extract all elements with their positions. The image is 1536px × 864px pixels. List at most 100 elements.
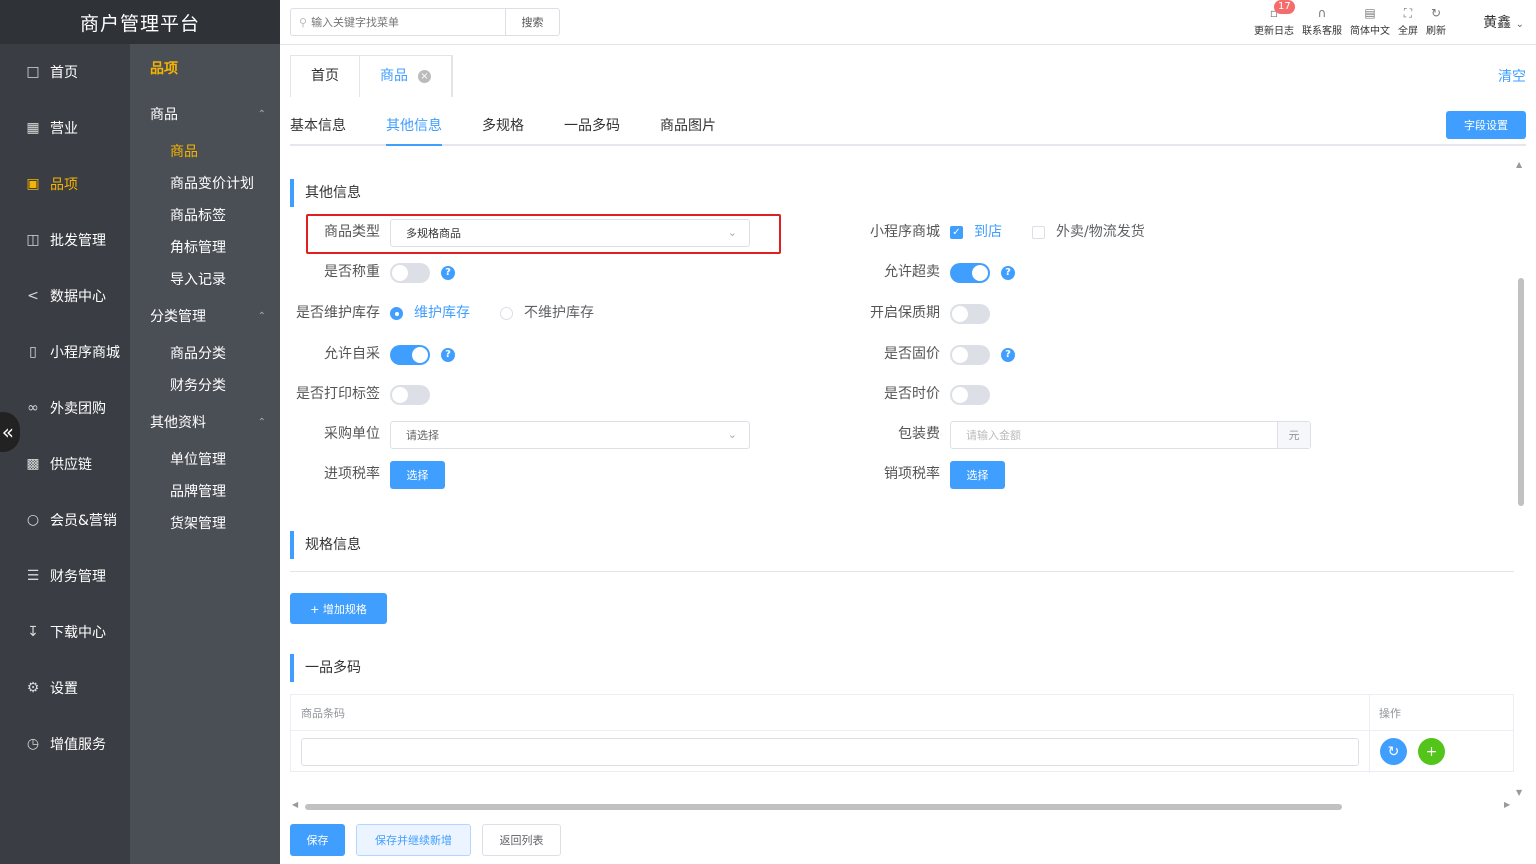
option-delivery[interactable]: 外卖/物流发货 [1056,222,1145,242]
clear-tabs-button[interactable]: 清空 [1498,66,1526,86]
subnav-item-unit[interactable]: 单位管理 [130,444,280,476]
fixed-price-switch[interactable] [950,345,990,365]
packing-fee-input[interactable]: 请输入金额元 [950,421,1311,449]
tab-multi-code[interactable]: 一品多码 [564,115,620,146]
nav-item-wholesale[interactable]: ◫ 批发管理 [0,212,130,268]
page-tab-home[interactable]: 首页 [291,56,360,97]
input-tax-choose-button[interactable]: 选择 [390,461,445,489]
back-to-list-button[interactable]: 返回列表 [482,824,561,856]
subnav-group-product[interactable]: 商品 ⌃ [130,94,280,136]
help-icon[interactable]: ? [441,348,455,362]
header-tools: ▫ 17 更新日志 ∩ 联系客服 ▤ 简体中文 ⛶ 全屏 ↻ 刷新 [1246,0,1446,37]
option-no-stock[interactable]: 不维护库存 [524,303,594,323]
self-purchase-switch[interactable] [390,345,430,365]
add-barcode-button[interactable]: + [1418,738,1445,765]
column-action: 操作 [1379,707,1401,720]
subnav-group-category[interactable]: 分类管理 ⌃ [130,296,280,338]
close-icon[interactable]: × [418,70,431,83]
chevron-down-icon: ⌄ [1515,19,1524,30]
scroll-thumb[interactable] [1518,278,1524,506]
checkbox-in-store[interactable]: ✓ [950,226,963,239]
nav-item-finance[interactable]: ☰ 财务管理 [0,548,130,604]
subnav-group-other[interactable]: 其他资料 ⌃ [130,402,280,444]
search-button[interactable]: 搜索 [505,8,560,36]
weigh-switch[interactable] [390,263,430,283]
option-maintain-stock[interactable]: 维护库存 [414,303,470,323]
fixed-price-label: 是否固价 [884,346,940,362]
language-button[interactable]: ▤ 简体中文 [1350,6,1390,37]
help-icon[interactable]: ? [1001,348,1015,362]
scroll-right-icon[interactable]: ▶ [1504,800,1510,809]
time-price-label: 是否时价 [884,386,940,402]
nav-item-mini-mall[interactable]: ▯ 小程序商城 [0,324,130,380]
sub-sidebar: 品项 商品 ⌃ 商品 商品变价计划 商品标签 角标管理 导入记录 分类管理 ⌃ 商品… [130,44,280,864]
save-continue-button[interactable]: 保存并继续新增 [356,824,471,856]
tab-multi-spec[interactable]: 多规格 [482,115,524,146]
nav-item-settings[interactable]: ⚙ 设置 [0,660,130,716]
refresh-button[interactable]: ↻ 刷新 [1426,6,1446,37]
radio-maintain-stock[interactable] [390,307,403,320]
subnav-title: 品项 [150,61,178,77]
download-icon: ↧ [27,624,39,640]
scroll-down-icon[interactable]: ▼ [1516,788,1522,797]
time-price-switch[interactable] [950,385,990,405]
nav-item-business[interactable]: ▦ 营业 [0,100,130,156]
purchase-unit-select[interactable]: 请选择 ⌄ [390,421,750,449]
barcode-input[interactable] [301,738,1359,766]
nav-item-member[interactable]: ○ 会员&营销 [0,492,130,548]
help-icon[interactable]: ? [1001,266,1015,280]
option-in-store[interactable]: 到店 [974,222,1002,242]
user-menu[interactable]: 黄鑫 ⌄ [1483,12,1524,32]
scroll-up-icon[interactable]: ▲ [1516,160,1522,169]
output-tax-choose-button[interactable]: 选择 [950,461,1005,489]
main-nav: □ 首页 ▦ 营业 ▣ 品项 ◫ 批发管理 < 数据中心 ▯ 小程序商城 ∞ 外卖团购 ▩ 供应… [0,44,130,772]
subnav-item-product-tag[interactable]: 商品标签 [130,200,280,232]
language-icon: ▤ [1364,6,1376,20]
subnav-item-import-record[interactable]: 导入记录 [130,264,280,296]
shelf-life-switch[interactable] [950,304,990,324]
truck-icon: ▩ [26,456,40,472]
scroll-thumb[interactable] [305,804,1342,810]
currency-suffix: 元 [1277,422,1310,448]
scroll-left-icon[interactable]: ◀ [292,800,298,809]
nav-item-home[interactable]: □ 首页 [0,44,130,100]
tab-product-images[interactable]: 商品图片 [660,115,716,146]
customer-service-button[interactable]: ∩ 联系客服 [1302,6,1342,37]
subnav-item-price-plan[interactable]: 商品变价计划 [130,168,280,200]
nav-item-data-center[interactable]: < 数据中心 [0,268,130,324]
nav-item-supply-chain[interactable]: ▩ 供应链 [0,436,130,492]
subnav-item-brand[interactable]: 品牌管理 [130,476,280,508]
cart-icon: ◫ [26,232,40,248]
subnav-item-shelf[interactable]: 货架管理 [130,508,280,540]
search-input[interactable] [311,15,462,29]
subnav-item-product-category[interactable]: 商品分类 [130,338,280,370]
search-icon: ⚲ [299,15,308,29]
nav-item-items[interactable]: ▣ 品项 [0,156,130,212]
subnav-item-corner-mark[interactable]: 角标管理 [130,232,280,264]
chevron-up-icon: ⌃ [257,311,266,322]
checkbox-delivery[interactable] [1032,226,1045,239]
weigh-label: 是否称重 [324,264,380,280]
subnav-item-product[interactable]: 商品 [130,136,280,168]
field-settings-button[interactable]: 字段设置 [1446,111,1526,139]
help-icon[interactable]: ? [441,266,455,280]
subnav-item-finance-category[interactable]: 财务分类 [130,370,280,402]
print-label-switch[interactable] [390,385,430,405]
update-log-button[interactable]: ▫ 17 更新日志 [1254,0,1295,37]
horizontal-scrollbar[interactable]: ◀ ▶ [290,800,1514,812]
refresh-icon: ↻ [1430,6,1442,20]
tab-basic-info[interactable]: 基本信息 [290,115,346,146]
gear-icon: ⚙ [26,680,40,696]
radio-no-stock[interactable] [500,307,513,320]
generate-barcode-button[interactable]: ↻ [1380,738,1407,765]
vertical-scrollbar[interactable]: ▲ ▼ [1516,160,1526,800]
oversell-switch[interactable] [950,263,990,283]
nav-item-download[interactable]: ↧ 下载中心 [0,604,130,660]
nav-item-value-added[interactable]: ◷ 增值服务 [0,716,130,772]
save-button[interactable]: 保存 [290,824,345,856]
fullscreen-button[interactable]: ⛶ 全屏 [1398,6,1418,37]
page-tab-product[interactable]: 商品 × [360,56,452,97]
add-spec-button[interactable]: + 增加规格 [290,593,387,624]
tab-other-info[interactable]: 其他信息 [386,115,442,146]
section-title-spec-info: 规格信息 [290,531,361,559]
